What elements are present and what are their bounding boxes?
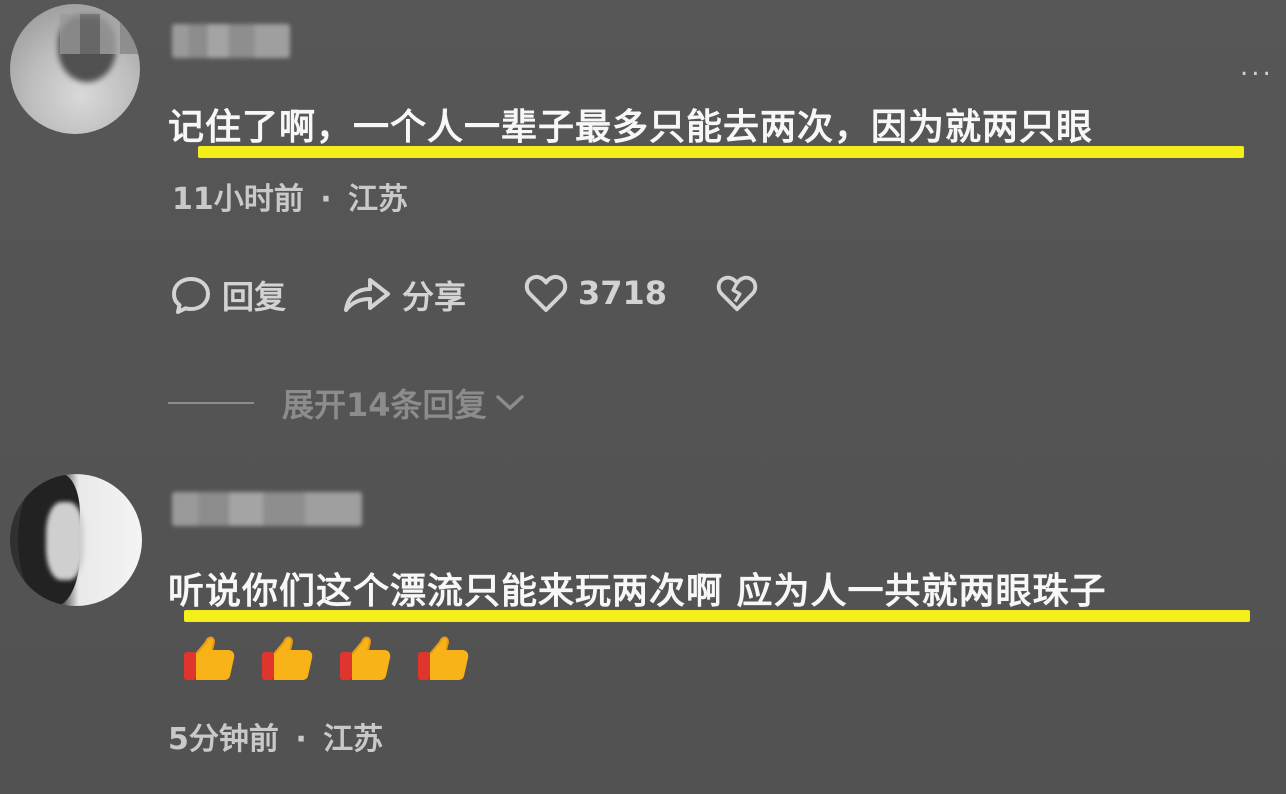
avatar[interactable] — [10, 4, 140, 134]
comment-location: 江苏 — [348, 182, 409, 217]
chevron-down-icon — [495, 395, 524, 411]
thumbs-up-icon — [262, 636, 313, 680]
avatar-mosaic — [60, 14, 140, 54]
username-blurred[interactable] — [172, 24, 290, 58]
reply-bubble-icon — [172, 277, 210, 314]
share-button[interactable]: 分享 — [342, 272, 466, 318]
thumbs-up-icon — [418, 636, 469, 680]
avatar-face — [46, 502, 84, 580]
thumbs-up-icon — [340, 636, 391, 680]
comment-time: 5分钟前 — [168, 722, 279, 757]
username-blurred[interactable] — [172, 492, 362, 526]
comment-location: 江苏 — [323, 722, 384, 757]
share-arrow-icon — [344, 278, 390, 312]
reply-button[interactable]: 回复 — [170, 272, 286, 318]
heart-icon — [524, 274, 568, 312]
like-count: 3718 — [578, 274, 668, 312]
thumbs-up-icon — [184, 636, 235, 680]
highlight-underline — [184, 610, 1250, 622]
comment-time: 11小时前 — [172, 182, 304, 217]
reply-label: 回复 — [222, 278, 287, 316]
broken-heart-icon — [716, 275, 758, 312]
expand-replies-button[interactable]: 展开14条回复 — [168, 380, 527, 426]
meta-separator: · — [295, 722, 307, 757]
dislike-button[interactable] — [716, 272, 768, 314]
expand-replies-label: 展开14条回复 — [282, 386, 487, 424]
comment-text: 听说你们这个漂流只能来玩两次啊 应为人一共就两眼珠子 — [168, 571, 1107, 612]
avatar[interactable] — [10, 474, 142, 606]
more-options-button[interactable]: ... — [1240, 52, 1274, 82]
emoji-row — [182, 632, 472, 684]
highlight-underline — [198, 146, 1244, 158]
comment-meta: 11小时前 · 江苏 — [172, 174, 408, 218]
share-label: 分享 — [402, 278, 467, 316]
comment-text: 记住了啊，一个人一辈子最多只能去两次，因为就两只眼 — [168, 107, 1094, 148]
meta-separator: · — [320, 182, 332, 217]
like-button[interactable]: 3718 — [524, 272, 667, 314]
divider-line — [168, 402, 254, 404]
comment-meta: 5分钟前 · 江苏 — [168, 714, 383, 758]
